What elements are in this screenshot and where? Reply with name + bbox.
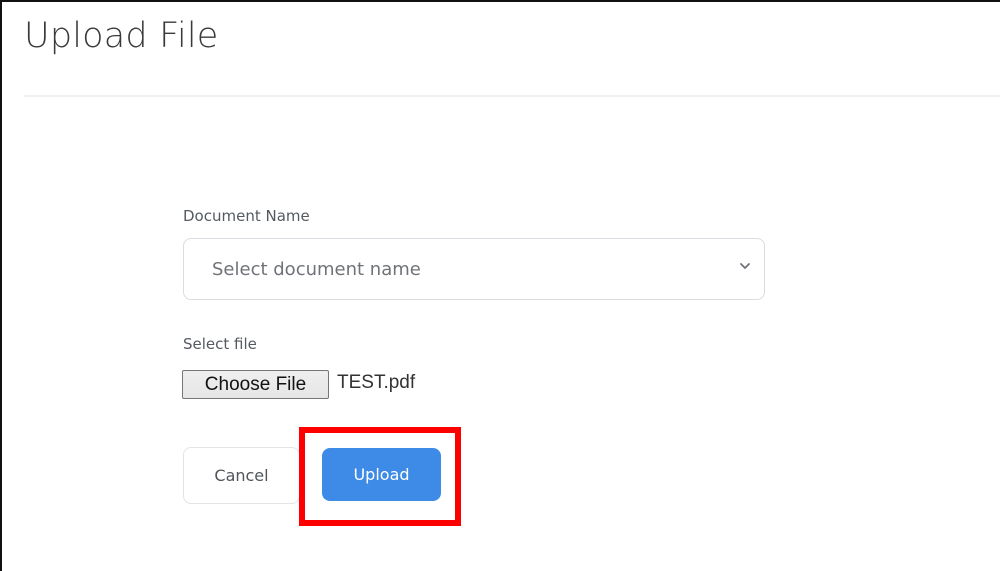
select-file-label: Select file [183,335,257,353]
upload-button[interactable]: Upload [322,448,441,501]
header-divider [24,95,1000,97]
page-title: Upload File [24,16,219,56]
document-name-placeholder: Select document name [212,259,421,280]
document-name-label: Document Name [183,207,310,225]
document-name-select[interactable]: Select document name [183,238,765,300]
upload-file-panel: Upload File Document Name Select documen… [0,0,1000,571]
chevron-down-icon [740,263,750,269]
cancel-button[interactable]: Cancel [183,447,300,504]
selected-file-name: TEST.pdf [337,372,416,393]
choose-file-button[interactable]: Choose File [182,370,329,399]
